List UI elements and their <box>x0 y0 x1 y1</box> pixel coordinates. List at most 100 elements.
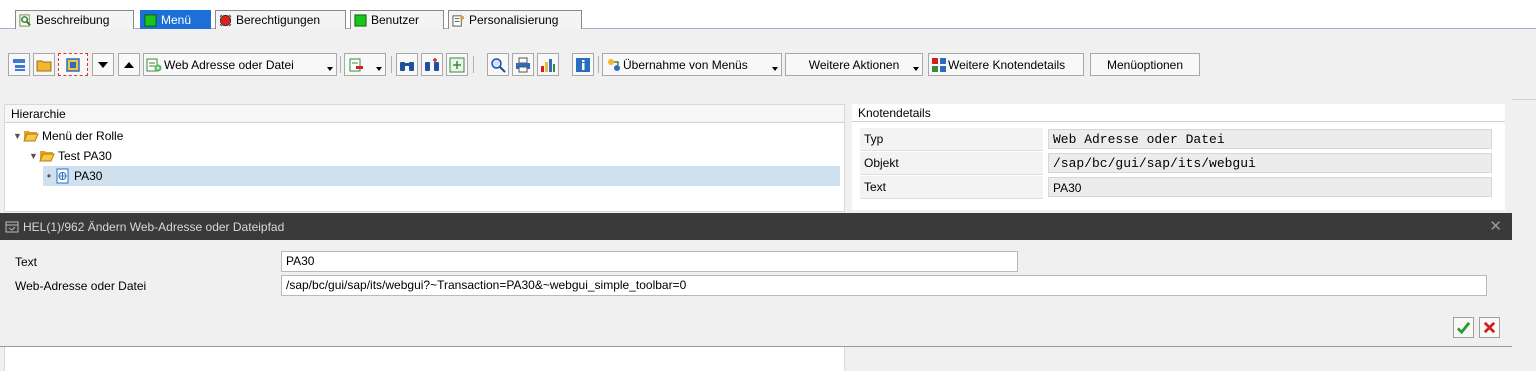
green-square-icon <box>354 13 367 27</box>
find-button[interactable] <box>396 53 418 76</box>
printer-icon <box>516 57 530 72</box>
tab-personalisierung[interactable]: Personalisierung <box>448 10 582 29</box>
hierarchy-header: Hierarchie <box>5 105 844 123</box>
node-details-header: Knotendetails <box>852 104 1505 122</box>
open-folder-icon <box>23 131 39 142</box>
transaction-button[interactable] <box>58 53 88 76</box>
url-field-label: Web-Adresse oder Datei <box>15 279 147 293</box>
detail-label: Objekt <box>860 152 1043 175</box>
detail-value: PA30 <box>1048 177 1492 197</box>
weitere-knotendetails-label: Weitere Knotendetails <box>948 57 1066 72</box>
tab-label: Menü <box>161 13 192 27</box>
detail-row-text: Text PA30 <box>856 176 1492 199</box>
window-icon <box>5 221 19 232</box>
web-address-button[interactable]: Web Adresse oder Datei <box>143 53 337 76</box>
open-folder-icon <box>39 151 55 162</box>
toolbar-separator <box>473 56 474 73</box>
find-next-button[interactable] <box>421 53 443 76</box>
arrow-down-icon <box>98 61 108 68</box>
node-details-icon <box>932 57 946 72</box>
expand-tree-icon <box>13 58 25 71</box>
confirm-button[interactable] <box>1453 317 1474 338</box>
tab-beschreibung[interactable]: Beschreibung <box>15 10 134 29</box>
divider <box>1512 99 1536 100</box>
detail-label: Text <box>860 176 1043 199</box>
toolbar: Web Adresse oder Datei Übernahme von Men… <box>0 53 1536 77</box>
expand-all-button[interactable] <box>446 53 468 76</box>
toolbar-separator <box>598 56 599 73</box>
info-icon <box>576 57 590 72</box>
bullet-icon: • <box>46 169 52 183</box>
expand-subtree-button[interactable] <box>8 53 30 76</box>
transaction-icon <box>66 57 80 72</box>
red-traffic-light-icon <box>219 14 232 26</box>
weitere-aktionen-button[interactable]: Weitere Aktionen <box>785 53 923 76</box>
cancel-button[interactable] <box>1479 317 1500 338</box>
web-address-input[interactable]: /sap/bc/gui/sap/its/webgui?~Transaction=… <box>281 275 1487 296</box>
uebernahme-menus-button[interactable]: Übernahme von Menüs <box>602 53 782 76</box>
text-field-label: Text <box>15 255 38 269</box>
menueoptionen-label: Menüoptionen <box>1106 57 1184 72</box>
zoom-button[interactable] <box>487 53 509 76</box>
info-button[interactable] <box>572 53 594 76</box>
web-address-icon <box>146 58 162 71</box>
tree-node-label: Menü der Rolle <box>42 129 124 143</box>
tab-menu[interactable]: Menü <box>140 10 211 29</box>
tab-label: Beschreibung <box>36 13 110 27</box>
hierarchy-panel-lower <box>4 347 845 371</box>
tree-node-label: PA30 <box>74 169 103 183</box>
folder-icon <box>36 60 52 71</box>
move-down-button[interactable] <box>92 53 114 76</box>
toolbar-separator <box>340 56 341 73</box>
web-document-icon <box>56 168 69 184</box>
magnifier-icon <box>491 57 506 73</box>
tree-node-pa30[interactable]: • PA30 <box>43 166 840 186</box>
tab-label: Personalisierung <box>469 13 559 27</box>
tab-strip: Beschreibung Menü Berechtigungen Benutze… <box>0 0 1536 29</box>
dialog-title: HEL(1)/962 Ändern Web-Adresse oder Datei… <box>23 219 285 234</box>
dropdown-arrow-icon <box>772 67 778 71</box>
close-icon[interactable]: ✕ <box>1489 219 1502 234</box>
detail-value: Web Adresse oder Datei <box>1048 129 1492 149</box>
weitere-aktionen-label: Weitere Aktionen <box>808 57 900 72</box>
hierarchy-panel: Hierarchie ▼ Menü der Rolle ▼ Test PA30 … <box>4 104 845 212</box>
transfer-menu-icon <box>608 58 620 71</box>
dropdown-arrow-icon <box>913 67 919 71</box>
dropdown-arrow-icon <box>327 67 333 71</box>
chevron-down-icon[interactable]: ▼ <box>29 146 39 166</box>
print-button[interactable] <box>512 53 534 76</box>
tab-label: Berechtigungen <box>236 13 321 27</box>
expand-all-icon <box>449 57 465 72</box>
green-square-icon <box>144 13 157 27</box>
tab-benutzer[interactable]: Benutzer <box>350 10 444 29</box>
tab-berechtigungen[interactable]: Berechtigungen <box>215 10 346 29</box>
delete-list-icon <box>349 58 363 71</box>
web-address-label: Web Adresse oder Datei <box>164 57 294 72</box>
edit-web-address-dialog: HEL(1)/962 Ändern Web-Adresse oder Datei… <box>0 213 1512 347</box>
chevron-down-icon[interactable]: ▼ <box>13 126 23 146</box>
tab-label: Benutzer <box>371 13 420 27</box>
delete-node-button[interactable] <box>344 53 386 76</box>
uebernahme-label: Übernahme von Menüs <box>623 57 748 72</box>
detail-row-objekt: Objekt /sap/bc/gui/sap/its/webgui <box>856 152 1492 175</box>
dialog-title-bar[interactable]: HEL(1)/962 Ändern Web-Adresse oder Datei… <box>0 213 1512 240</box>
bar-chart-icon <box>541 58 555 72</box>
text-input[interactable]: PA30 <box>281 251 1018 272</box>
arrow-up-icon <box>124 61 134 68</box>
create-folder-button[interactable] <box>33 53 55 76</box>
personalization-icon <box>452 14 465 27</box>
detail-label: Typ <box>860 128 1043 151</box>
tree-node-menu-der-rolle[interactable]: ▼ Menü der Rolle <box>13 126 123 146</box>
tree-node-test-pa30[interactable]: ▼ Test PA30 <box>29 146 112 166</box>
binoculars-icon <box>400 61 414 71</box>
detail-row-typ: Typ Web Adresse oder Datei <box>856 128 1492 151</box>
cancel-x-icon <box>1483 321 1496 334</box>
menueoptionen-button[interactable]: Menüoptionen <box>1090 53 1200 76</box>
layout-button[interactable] <box>537 53 559 76</box>
checkmark-icon <box>1456 321 1471 335</box>
node-details-panel: Knotendetails Typ Web Adresse oder Datei… <box>852 104 1505 210</box>
weitere-knotendetails-button[interactable]: Weitere Knotendetails <box>928 53 1084 76</box>
move-up-button[interactable] <box>118 53 140 76</box>
detail-value: /sap/bc/gui/sap/its/webgui <box>1048 153 1492 173</box>
toolbar-separator <box>391 56 392 73</box>
